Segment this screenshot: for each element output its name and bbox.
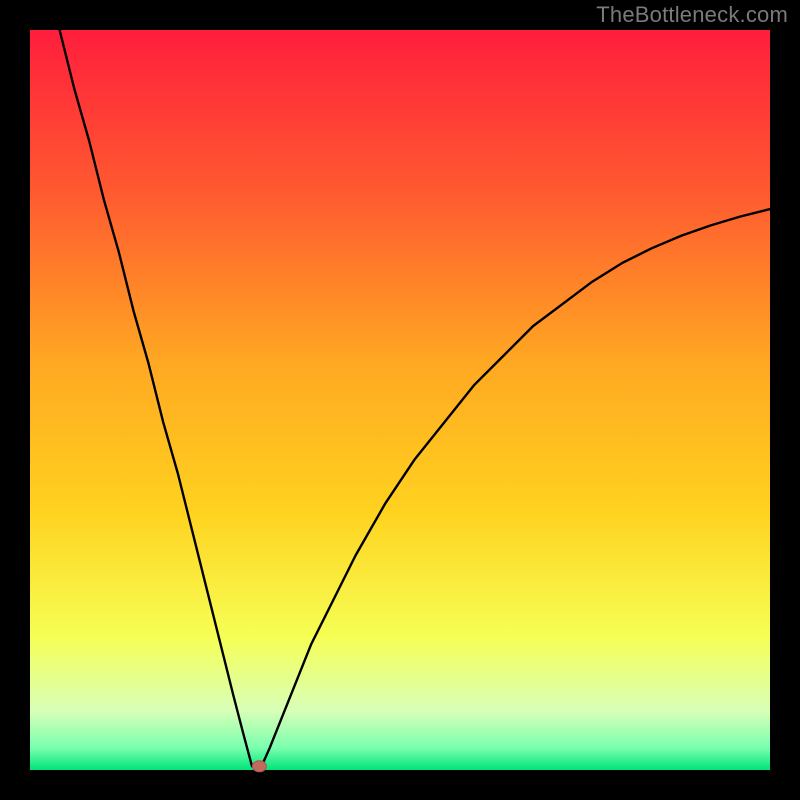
plot-background (30, 30, 770, 770)
chart-canvas (0, 0, 800, 800)
chart-frame: TheBottleneck.com (0, 0, 800, 800)
optimal-point-marker (252, 761, 266, 772)
